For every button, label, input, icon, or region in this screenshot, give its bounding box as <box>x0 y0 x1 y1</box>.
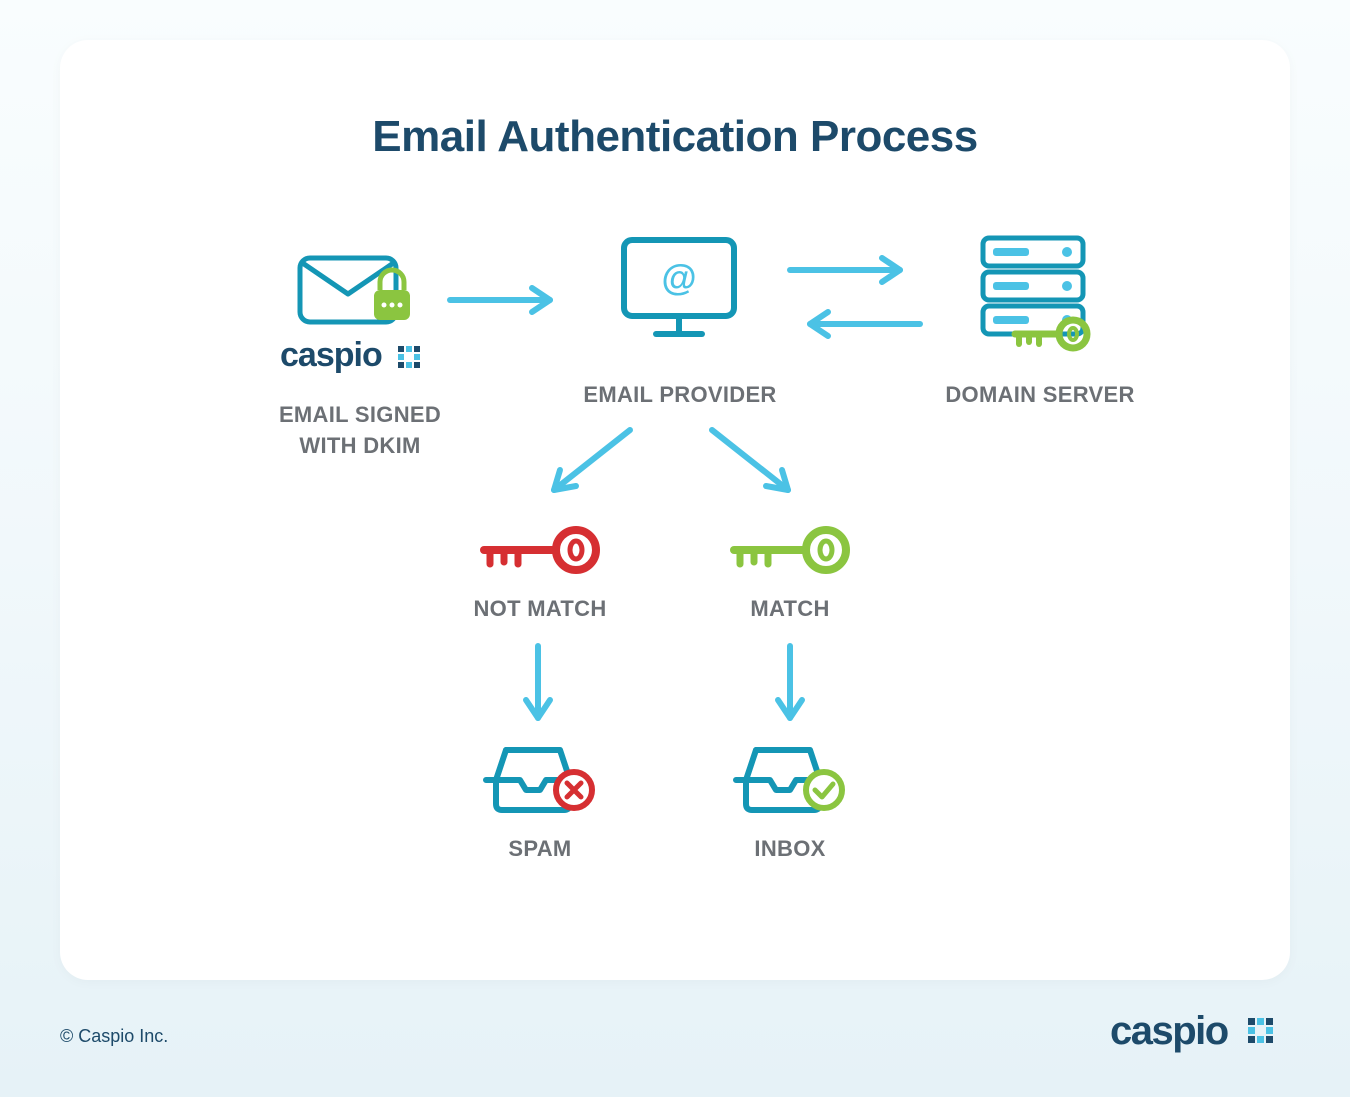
tray-x-icon <box>480 740 600 820</box>
arrow-down-2 <box>770 638 810 738</box>
caspio-logo-footer: caspio <box>1110 1006 1290 1067</box>
node-spam: SPAM <box>450 740 630 865</box>
node-email-provider: @ EMAIL PROVIDER <box>580 230 780 411</box>
diagram-card: Email Authentication Process caspio <box>60 40 1290 980</box>
server-key-icon <box>965 230 1115 360</box>
key-green-icon <box>720 520 860 580</box>
svg-text:caspio: caspio <box>280 336 382 374</box>
tray-check-icon <box>730 740 850 820</box>
arrow-diag-right <box>692 420 812 510</box>
label-email-provider: EMAIL PROVIDER <box>580 380 780 411</box>
arrow-right-2 <box>780 250 930 290</box>
label-match: MATCH <box>690 594 890 625</box>
svg-text:caspio: caspio <box>1110 1009 1228 1053</box>
key-red-icon <box>470 520 610 580</box>
node-domain-server: DOMAIN SERVER <box>930 230 1150 411</box>
arrow-right-1 <box>440 280 580 320</box>
node-inbox: INBOX <box>700 740 880 865</box>
label-inbox: INBOX <box>700 834 880 865</box>
label-domain-server: DOMAIN SERVER <box>930 380 1150 411</box>
label-spam: SPAM <box>450 834 630 865</box>
arrow-diag-left <box>530 420 650 510</box>
node-match: MATCH <box>690 520 890 625</box>
caspio-logo-inline: caspio <box>280 336 440 387</box>
footer-copyright: © Caspio Inc. <box>60 1026 168 1047</box>
arrow-down-1 <box>518 638 558 738</box>
svg-text:@: @ <box>661 257 696 298</box>
diagram-title: Email Authentication Process <box>60 112 1290 162</box>
label-not-match: NOT MATCH <box>440 594 640 625</box>
label-email-signed: EMAIL SIGNED WITH DKIM <box>210 400 510 462</box>
node-not-match: NOT MATCH <box>440 520 640 625</box>
node-email-signed: caspio EMAIL SIGNED WITH DKIM <box>210 240 510 462</box>
monitor-at-icon: @ <box>610 230 750 350</box>
arrow-left-1 <box>780 304 930 344</box>
